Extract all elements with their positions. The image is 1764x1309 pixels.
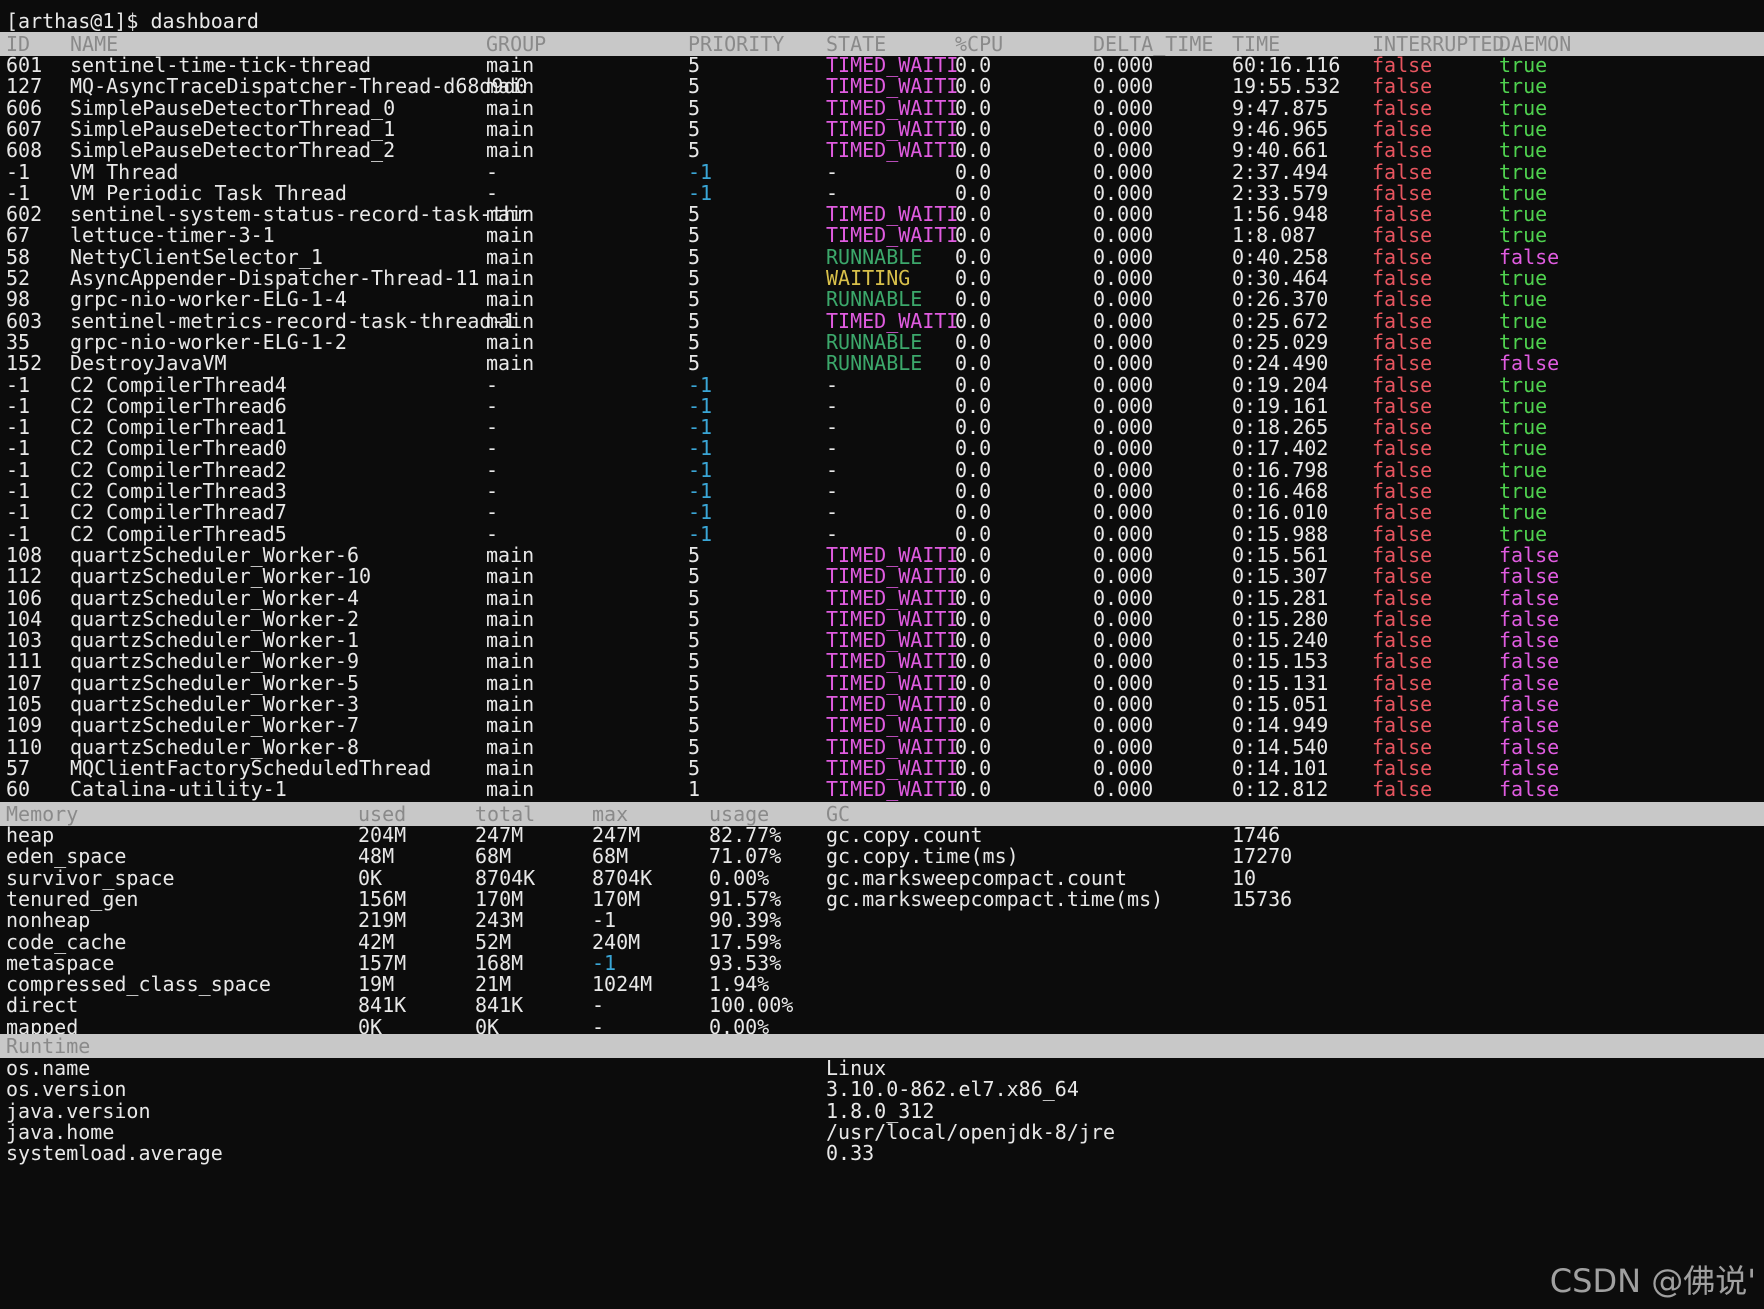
thread-group: main (486, 777, 535, 802)
thread-interrupted: false (1372, 777, 1433, 802)
thread-cpu: 0.0 (955, 777, 992, 802)
thread-daemon: false (1499, 777, 1560, 802)
thread-time: 0:12.812 (1232, 777, 1329, 802)
csdn-watermark: CSDN @佛说' (1549, 1262, 1756, 1300)
thread-row: 60 Catalina-utility-1 main 1 TIMED_WAITI 0.0 0… (0, 777, 1764, 801)
command-prompt: [arthas@1]$ dashboard (6, 9, 259, 33)
thread-state: TIMED_WAITI (826, 777, 959, 802)
thread-id: 60 (6, 777, 31, 802)
thread-delta-time: 0.000 (1093, 777, 1154, 802)
thread-priority: 1 (688, 777, 701, 802)
runtime-value: 0.33 (826, 1141, 875, 1166)
runtime-table-header: Runtime (0, 1034, 1764, 1058)
runtime-row: systemload.average 0.33 (0, 1141, 1764, 1165)
thread-name: Catalina-utility-1 (70, 777, 287, 802)
runtime-header-label: Runtime (6, 1034, 91, 1058)
runtime-key: systemload.average (6, 1141, 223, 1166)
prompt-line: [arthas@1]$ dashboard (0, 9, 1764, 33)
